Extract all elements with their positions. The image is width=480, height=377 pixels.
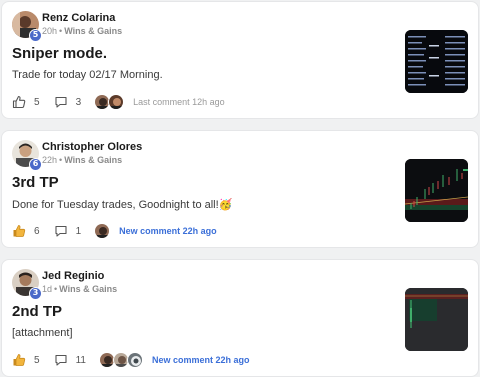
speech-bubble-icon[interactable] [54,353,68,367]
author-avatar[interactable]: 3 [12,269,42,300]
meta-separator: • [59,26,63,36]
last-comment-time: Last comment 12h ago [133,97,225,107]
post-excerpt: [attachment] [12,327,73,339]
level-badge: 3 [29,287,42,300]
post-category[interactable]: Wins & Gains [64,155,122,165]
meta-separator: • [59,155,63,165]
post-time: 1d [42,284,53,294]
comment-count: 11 [75,354,86,366]
author-avatar[interactable]: 5 [12,11,42,42]
post-category[interactable]: Wins & Gains [59,284,117,294]
meta-separator: • [54,284,58,294]
post-thumbnail[interactable] [405,30,468,93]
post-title[interactable]: 3rd TP [12,174,59,191]
speech-bubble-icon[interactable] [54,95,68,109]
commenter-avatar[interactable] [108,94,125,110]
commenter-avatars [94,94,125,110]
thumbs-up-icon[interactable] [12,224,26,238]
comment-count: 1 [75,225,82,237]
post-thumbnail[interactable] [405,159,468,222]
post-actions: 5 11 New comment 22h ago [12,352,249,368]
post-title[interactable]: 2nd TP [12,303,62,320]
post-actions: 6 1 New comment 22h ago [12,223,217,239]
like-count: 5 [34,354,40,366]
new-comment-link[interactable]: New comment 22h ago [119,226,217,236]
thumbs-up-icon[interactable] [12,95,26,109]
post-card[interactable]: 6 Christopher Olores 22h • Wins & Gains 3r… [1,130,479,248]
author-avatar[interactable]: 6 [12,140,42,171]
post-time: 20h [42,26,58,36]
level-badge: 6 [29,158,42,171]
post-excerpt: Done for Tuesday trades, Goodnight to al… [12,199,233,211]
commenter-avatar[interactable] [126,352,143,368]
author-name[interactable]: Jed Reginio [42,270,104,282]
like-count: 5 [34,96,40,108]
new-comment-link[interactable]: New comment 22h ago [152,355,250,365]
speech-bubble-icon[interactable] [54,224,68,238]
post-time: 22h [42,155,58,165]
community-feed: 5 Renz Colarina 20h • Wins & Gains Sniper … [0,0,480,377]
author-name[interactable]: Renz Colarina [42,12,115,24]
post-title[interactable]: Sniper mode. [12,45,107,62]
post-actions: 5 3 Last comment 12h ago [12,94,225,110]
post-meta: 1d • Wins & Gains [42,284,117,294]
post-meta: 20h • Wins & Gains [42,26,122,36]
post-category[interactable]: Wins & Gains [64,26,122,36]
like-count: 6 [34,225,40,237]
post-meta: 22h • Wins & Gains [42,155,122,165]
commenter-avatars [94,223,111,239]
commenter-avatar[interactable] [94,223,111,239]
level-badge: 5 [29,29,42,42]
post-card[interactable]: 5 Renz Colarina 20h • Wins & Gains Sniper … [1,1,479,119]
commenter-avatars [98,352,143,368]
post-card[interactable]: 3 Jed Reginio 1d • Wins & Gains 2nd TP [at… [1,259,479,377]
thumbs-up-icon[interactable] [12,353,26,367]
author-name[interactable]: Christopher Olores [42,141,142,153]
comment-count: 3 [75,96,82,108]
post-excerpt: Trade for today 02/17 Morning. [12,69,163,81]
post-thumbnail[interactable] [405,288,468,351]
